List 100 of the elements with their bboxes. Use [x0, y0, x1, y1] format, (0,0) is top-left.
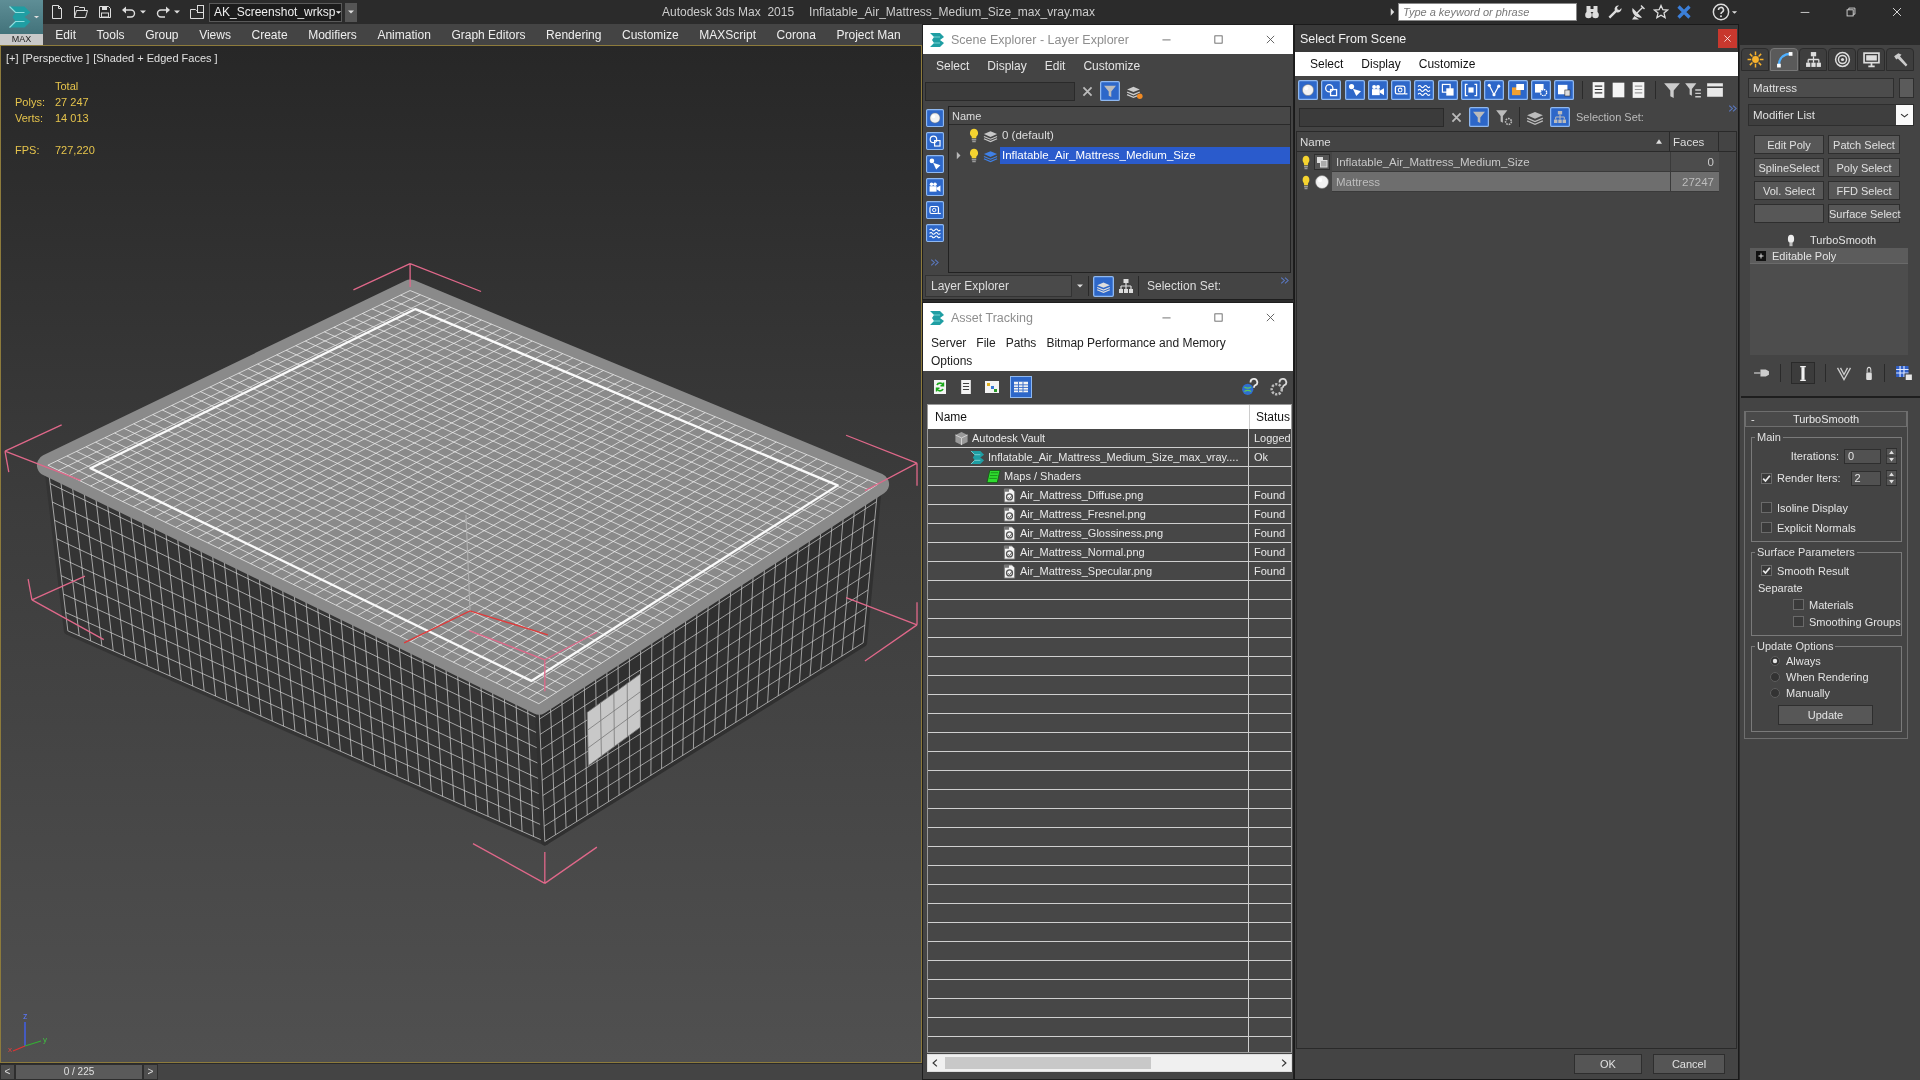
filter-icon[interactable] [1100, 81, 1120, 101]
camera-icon[interactable] [926, 178, 944, 196]
search-field[interactable] [925, 81, 1075, 101]
star-icon[interactable] [1653, 4, 1669, 20]
radio-button[interactable] [1770, 687, 1780, 698]
menu-item[interactable]: Select [927, 59, 979, 73]
asset-name[interactable]: Air_Mattress_Fresnel.png [1020, 508, 1146, 520]
modifier-button[interactable]: Edit Poly [1754, 135, 1824, 154]
menu-item[interactable]: Create [241, 27, 298, 42]
folder-icon[interactable] [73, 4, 89, 20]
redo-icon[interactable] [155, 4, 171, 20]
hierarchy-icon[interactable] [1118, 278, 1134, 294]
expand-triangle-icon[interactable] [1389, 7, 1396, 17]
asset-name[interactable]: Air_Mattress_Normal.png [1020, 546, 1145, 558]
checkbox[interactable] [1761, 502, 1772, 513]
checkbox[interactable] [1761, 565, 1772, 576]
lightbulb-icon[interactable] [967, 128, 981, 143]
spinner-arrows-icon[interactable] [1886, 470, 1897, 486]
asset-name[interactable]: Autodesk Vault [972, 432, 1046, 444]
tape-measure-icon[interactable] [1391, 80, 1412, 100]
ok-button[interactable]: OK [1574, 1054, 1642, 1074]
document-square-icon[interactable] [1554, 80, 1575, 100]
grid-view-toggle[interactable] [1010, 375, 1032, 398]
spinner-field[interactable]: 0 [1844, 448, 1881, 464]
menu-item[interactable]: Options [931, 352, 973, 370]
workspace-dropdown[interactable]: AK_Screenshot_wrksp [209, 2, 342, 22]
gear-help-icon[interactable] [1270, 377, 1288, 396]
modifier-button[interactable]: Poly Select [1828, 158, 1900, 177]
panel-tab[interactable] [1799, 48, 1827, 71]
refresh-document-icon[interactable] [932, 378, 948, 395]
asset-name[interactable]: Air_Mattress_Specular.png [1020, 565, 1153, 577]
object-color-swatch[interactable] [1899, 78, 1914, 98]
clear-icon[interactable] [1081, 84, 1094, 98]
menu-item[interactable]: Project Man [826, 27, 911, 42]
new-file-icon[interactable] [49, 4, 65, 20]
clear-icon[interactable] [1450, 110, 1463, 124]
viewport-menu-label[interactable]: [Shaded + Edged Faces ] [93, 52, 218, 64]
padlock-icon[interactable] [1864, 365, 1874, 381]
wrench-icon[interactable] [1607, 4, 1623, 20]
menu-item[interactable]: Server [931, 334, 967, 352]
panel-tab[interactable] [1886, 48, 1914, 71]
bracket-square-icon[interactable] [1461, 80, 1482, 100]
modifier-stack-item[interactable]: TurboSmooth [1750, 232, 1908, 248]
viewport[interactable]: [+] [Perspective ] [Shaded + Edged Faces ] Total Polys: 27 247 Verts: 14 013 FPS: 727,220 z x y [0, 45, 922, 1063]
menu-item[interactable]: Modifiers [297, 27, 368, 42]
column-header[interactable]: Faces [1670, 132, 1719, 151]
search-field[interactable]: Type a keyword or phrase [1398, 3, 1577, 21]
filter-list-icon[interactable] [1684, 81, 1703, 99]
satellite-dish-icon[interactable] [1630, 4, 1646, 20]
nested-squares-icon[interactable] [1437, 80, 1458, 100]
asset-name[interactable]: Maps / Shaders [1004, 470, 1082, 482]
menu-item[interactable]: Customize [1074, 59, 1150, 73]
checkbox[interactable] [1761, 472, 1772, 484]
checkbox[interactable] [1761, 522, 1772, 533]
close-button[interactable] [1718, 29, 1737, 48]
filter-icon[interactable] [1469, 107, 1489, 127]
help-icon[interactable] [1712, 3, 1730, 21]
bone-chain-icon[interactable] [1484, 80, 1505, 100]
tape-measure-icon[interactable] [926, 201, 944, 219]
project-folder-icon[interactable] [189, 4, 205, 20]
application-button[interactable]: MAX [0, 0, 43, 45]
column-header[interactable]: Status [1249, 405, 1291, 429]
update-button[interactable]: Update [1778, 705, 1873, 725]
asset-name[interactable]: Air_Mattress_Glossiness.png [1020, 527, 1164, 539]
checkbox[interactable] [1793, 599, 1804, 610]
menu-item[interactable]: File [976, 334, 996, 352]
layer-name[interactable]: Inflatable_Air_Mattress_Medium_Size [1000, 147, 1290, 164]
filter-icon[interactable] [1663, 81, 1682, 99]
spotlight-icon[interactable] [926, 155, 944, 173]
menu-item[interactable]: Group [134, 27, 189, 42]
waves-icon[interactable] [926, 224, 944, 242]
menu-item[interactable]: Rendering [535, 27, 612, 42]
radio-button[interactable] [1770, 655, 1780, 666]
radio-button[interactable] [1770, 671, 1780, 682]
caret-icon[interactable] [173, 8, 181, 16]
x-mark-icon[interactable] [1676, 4, 1692, 20]
shapes-icon[interactable] [926, 132, 944, 150]
lightbulb-icon[interactable] [967, 148, 981, 163]
next-frame-button[interactable]: > [143, 1064, 158, 1080]
modifier-button[interactable]: Vol. Select [1754, 181, 1824, 200]
cancel-button[interactable]: Cancel [1653, 1054, 1725, 1074]
menu-item[interactable]: Tools [86, 27, 135, 42]
sphere-icon[interactable] [926, 109, 944, 127]
checkbox[interactable] [1793, 616, 1804, 627]
undo-icon[interactable] [121, 4, 137, 20]
waves-icon[interactable] [1414, 80, 1435, 100]
gear-square-icon[interactable] [1530, 80, 1551, 100]
menu-item[interactable]: Edit [45, 27, 87, 42]
menu-item[interactable]: Customize [1409, 57, 1485, 71]
panel-tab[interactable] [1741, 48, 1769, 71]
toolbar-overflow-button[interactable] [345, 2, 357, 22]
save-icon[interactable] [97, 4, 113, 20]
layers-icon[interactable] [983, 128, 998, 143]
caret-icon[interactable] [1076, 282, 1084, 290]
menu-item[interactable]: Views [188, 27, 242, 42]
grid-icon[interactable] [1895, 365, 1913, 381]
fork-icon[interactable] [1836, 365, 1852, 381]
box-document-icon[interactable] [1507, 80, 1528, 100]
spotlight-icon[interactable] [1344, 80, 1365, 100]
column-header[interactable]: Name [1297, 132, 1670, 151]
